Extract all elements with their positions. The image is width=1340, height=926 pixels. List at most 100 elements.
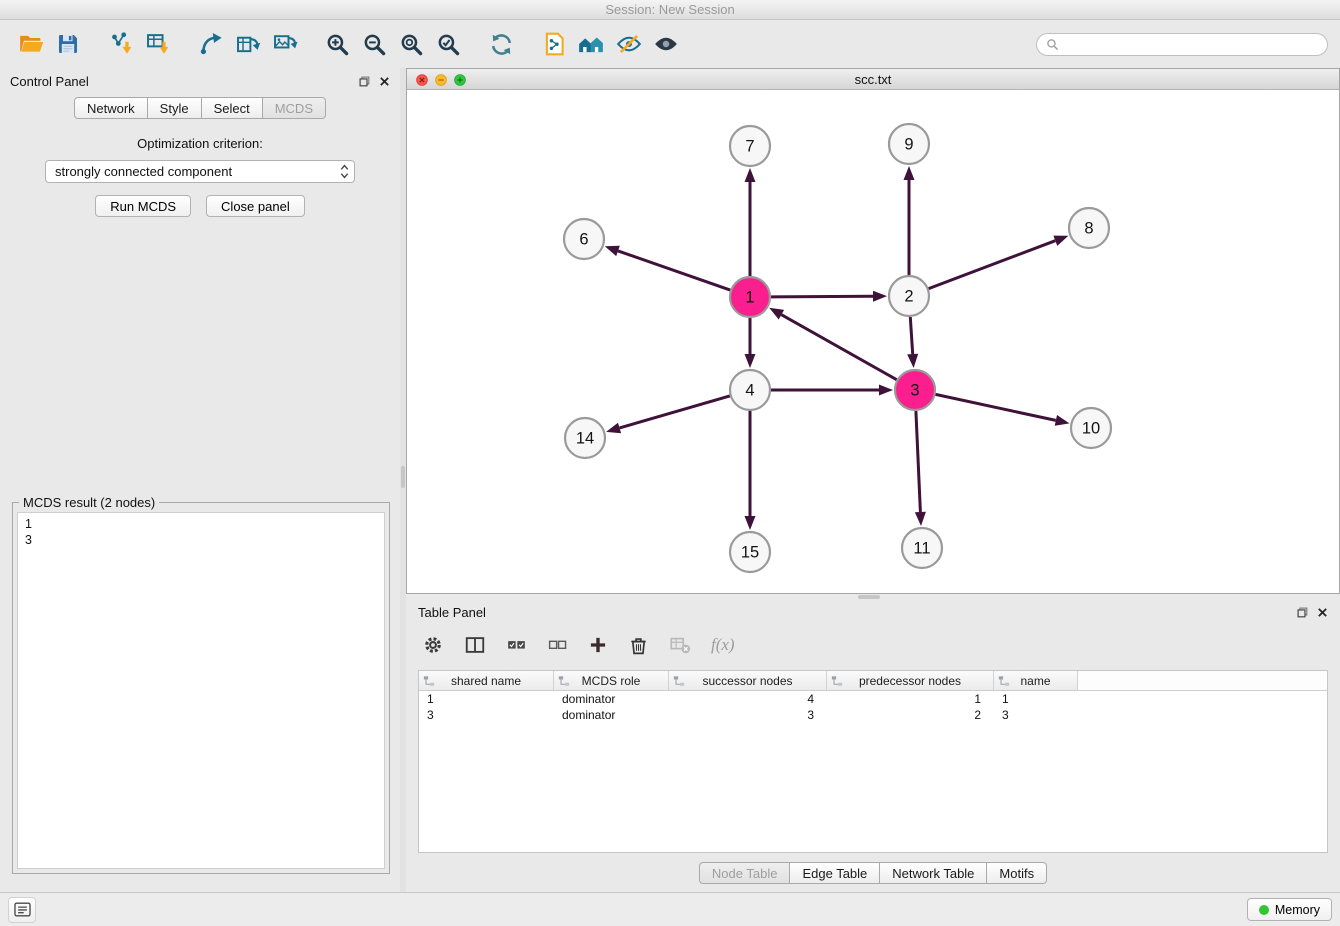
close-window-button[interactable] xyxy=(416,74,428,86)
tab-select[interactable]: Select xyxy=(202,97,263,119)
table-row[interactable]: 3dominator323 xyxy=(419,707,1327,723)
network-document-button[interactable] xyxy=(536,25,573,63)
table-panel-float-button[interactable] xyxy=(1297,607,1308,618)
run-mcds-button[interactable]: Run MCDS xyxy=(95,195,191,217)
control-panel-close-button[interactable] xyxy=(379,76,390,87)
graph-edge-3-1[interactable] xyxy=(781,315,896,380)
toolbar-group xyxy=(319,25,467,63)
open-file-icon xyxy=(18,31,44,57)
show-all-button[interactable] xyxy=(573,25,610,63)
close-panel-button[interactable]: Close panel xyxy=(206,195,305,217)
control-panel-float-button[interactable] xyxy=(359,76,370,87)
zoom-selected-button[interactable] xyxy=(430,25,467,63)
gear-button[interactable] xyxy=(422,634,444,656)
table-panel-close-button[interactable] xyxy=(1317,607,1328,618)
deselect-all-button[interactable] xyxy=(547,635,568,656)
sort-icon xyxy=(831,675,843,687)
graph-edge-3-10[interactable] xyxy=(936,394,1056,420)
export-network-button[interactable] xyxy=(192,25,229,63)
show-hidden-button[interactable] xyxy=(647,25,684,63)
column-header-shared-name[interactable]: shared name xyxy=(419,671,554,690)
search-field[interactable] xyxy=(1036,33,1328,56)
graph-node-10[interactable]: 10 xyxy=(1071,408,1111,448)
cell-mcds-role: dominator xyxy=(554,692,669,706)
horizontal-splitter-handle[interactable] xyxy=(858,595,880,599)
graph-node-7[interactable]: 7 xyxy=(730,126,770,166)
graph-edge-arrow xyxy=(1053,236,1068,246)
tab-node-table[interactable]: Node Table xyxy=(699,862,791,884)
column-header-name[interactable]: name xyxy=(994,671,1078,690)
criterion-select[interactable]: strongly connected component xyxy=(45,160,355,183)
graph-node-label: 6 xyxy=(579,231,588,249)
column-header-label: shared name xyxy=(451,674,521,688)
zoom-fit-button[interactable] xyxy=(393,25,430,63)
tab-style[interactable]: Style xyxy=(148,97,202,119)
zoom-out-button[interactable] xyxy=(356,25,393,63)
graph-edge-4-14[interactable] xyxy=(620,396,730,428)
vertical-splitter-handle[interactable] xyxy=(401,466,405,488)
memory-button[interactable]: Memory xyxy=(1247,898,1332,921)
graph-node-label: 8 xyxy=(1084,220,1093,238)
delete-table-button[interactable] xyxy=(669,634,691,656)
show-all-icon xyxy=(578,31,605,58)
function-builder-button[interactable]: f(x) xyxy=(711,635,735,655)
graph-node-label: 4 xyxy=(745,382,754,400)
graph-node-1[interactable]: 1 xyxy=(730,277,770,317)
tab-edge-table[interactable]: Edge Table xyxy=(790,862,880,884)
tab-motifs[interactable]: Motifs xyxy=(987,862,1047,884)
export-image-button[interactable] xyxy=(266,25,303,63)
select-all-button[interactable] xyxy=(506,635,527,656)
graph-node-2[interactable]: 2 xyxy=(889,276,929,316)
mcds-result-list[interactable]: 13 xyxy=(17,512,385,869)
network-canvas[interactable]: 7 9 6 8 1 2 4 3 14 10 15 11 xyxy=(407,90,1339,593)
export-table-button[interactable] xyxy=(229,25,266,63)
graph-node-8[interactable]: 8 xyxy=(1069,208,1109,248)
export-network-icon xyxy=(198,31,224,57)
table-header-row: shared name MCDS rolesuccessor nodesprede… xyxy=(419,671,1327,691)
zoom-selected-icon xyxy=(436,32,461,57)
column-header-successor-nodes[interactable]: successor nodes xyxy=(669,671,827,690)
cell-predecessor-nodes: 2 xyxy=(827,708,994,722)
application-window: Session: New Session Control Panel Netwo… xyxy=(0,0,1340,926)
graph-node-label: 10 xyxy=(1082,420,1100,438)
split-panel-button[interactable] xyxy=(464,634,486,656)
graph-node-9[interactable]: 9 xyxy=(889,124,929,164)
graph-edge-arrow xyxy=(904,166,915,180)
graph-node-14[interactable]: 14 xyxy=(565,418,605,458)
tab-network[interactable]: Network xyxy=(74,97,148,119)
graph-node-3[interactable]: 3 xyxy=(895,370,935,410)
tab-mcds[interactable]: MCDS xyxy=(263,97,326,119)
toolbar-group xyxy=(536,25,684,63)
network-document-icon xyxy=(542,31,568,57)
graph-node-label: 9 xyxy=(904,136,913,154)
column-header-mcds-role[interactable]: MCDS role xyxy=(554,671,669,690)
minimize-window-button[interactable] xyxy=(435,74,447,86)
table-row[interactable]: 1dominator411 xyxy=(419,691,1327,707)
show-panels-button[interactable] xyxy=(8,897,36,923)
graph-edge-2-8[interactable] xyxy=(929,241,1056,289)
graph-node-15[interactable]: 15 xyxy=(730,532,770,572)
zoom-window-button[interactable] xyxy=(454,74,466,86)
hide-selected-button[interactable] xyxy=(610,25,647,63)
graph-node-6[interactable]: 6 xyxy=(564,219,604,259)
graph-edge-2-3[interactable] xyxy=(910,317,912,354)
import-network-button[interactable] xyxy=(102,25,139,63)
tab-network-table[interactable]: Network Table xyxy=(880,862,987,884)
search-input[interactable] xyxy=(1064,37,1318,51)
add-column-button[interactable] xyxy=(588,635,608,655)
import-table-button[interactable] xyxy=(139,25,176,63)
graph-node-11[interactable]: 11 xyxy=(902,528,942,568)
save-session-button[interactable] xyxy=(49,25,86,63)
graph-edge-1-2[interactable] xyxy=(771,296,873,297)
apply-layout-button[interactable] xyxy=(483,25,520,63)
trash-button[interactable] xyxy=(628,635,649,656)
open-file-button[interactable] xyxy=(12,25,49,63)
graph-edge-arrow xyxy=(915,512,926,526)
zoom-in-button[interactable] xyxy=(319,25,356,63)
column-header-predecessor-nodes[interactable]: predecessor nodes xyxy=(827,671,994,690)
graph-node-4[interactable]: 4 xyxy=(730,370,770,410)
split-panel-icon xyxy=(464,634,486,656)
cell-successor-nodes: 4 xyxy=(669,692,827,706)
graph-edge-1-6[interactable] xyxy=(618,251,730,290)
graph-edge-3-11[interactable] xyxy=(916,411,921,512)
